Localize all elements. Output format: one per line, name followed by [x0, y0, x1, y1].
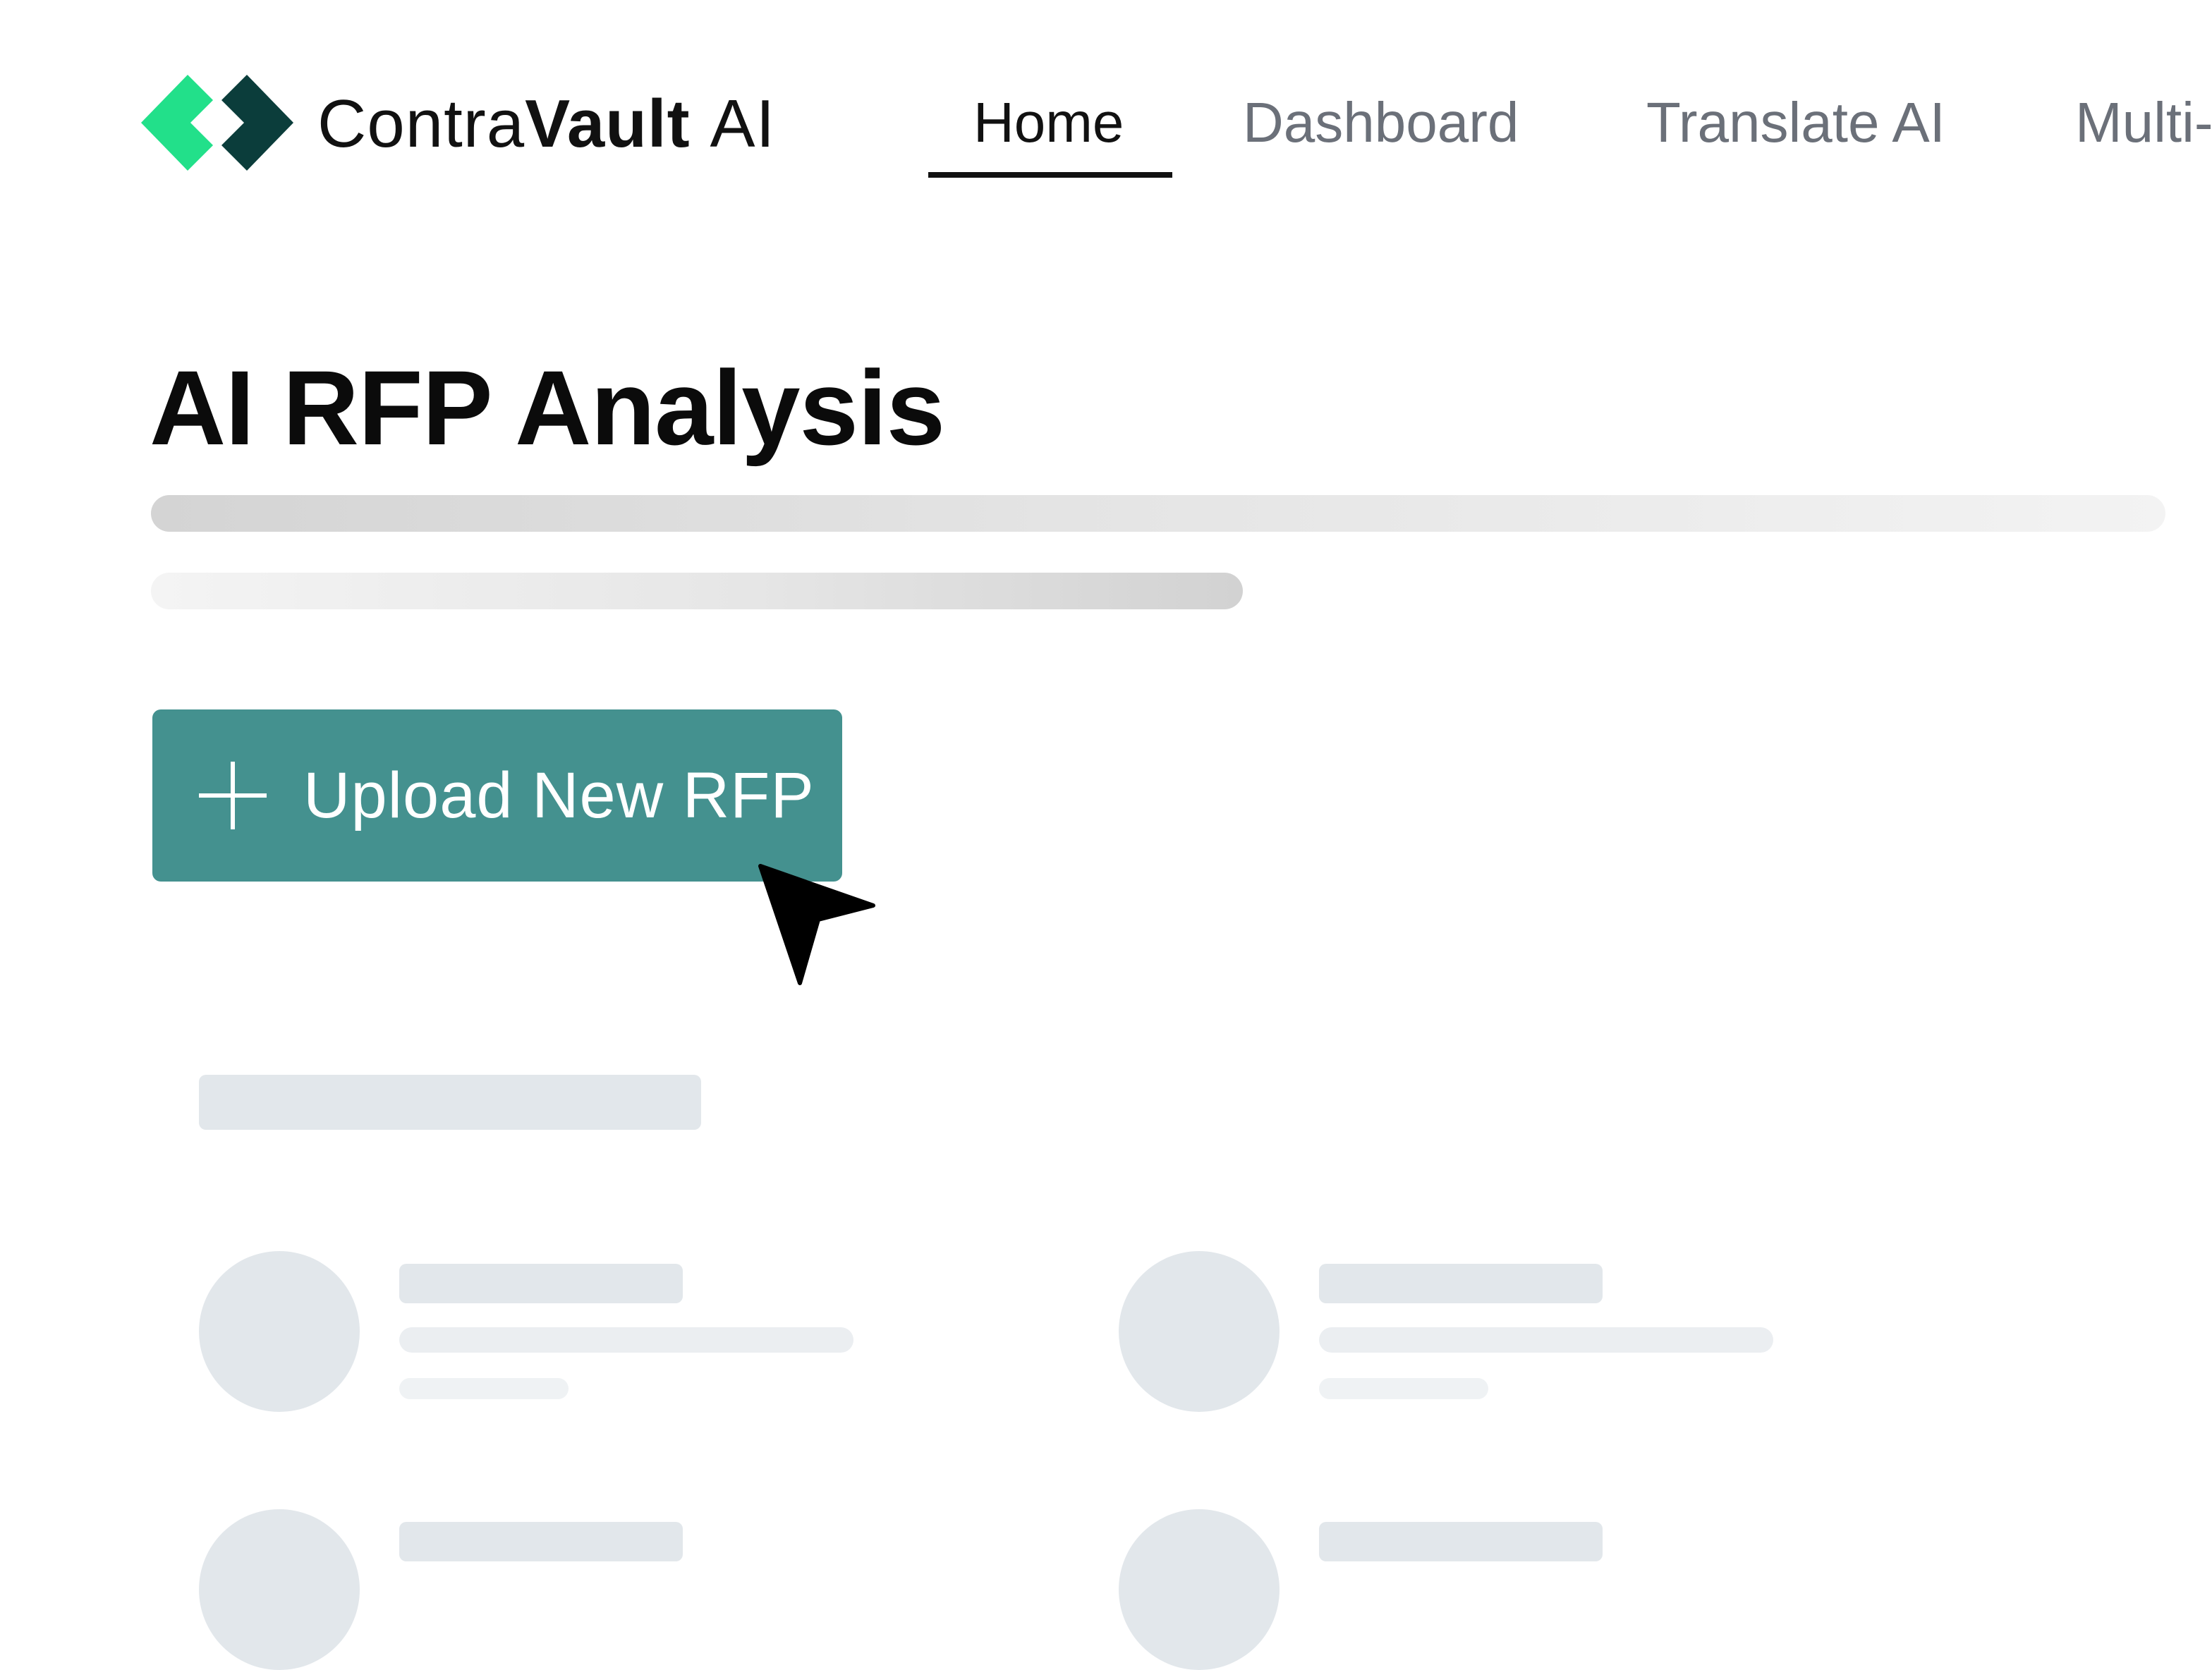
nav-active-underline: [928, 172, 1172, 178]
skeleton-title-line: [399, 1264, 683, 1303]
logo-dark-shape: [221, 75, 293, 171]
mouse-pointer-icon: [758, 864, 875, 985]
skeleton-title-line: [1319, 1522, 1603, 1561]
skeleton-title-line: [1319, 1264, 1603, 1303]
upload-new-rfp-button[interactable]: Upload New RFP: [152, 709, 842, 882]
plus-icon: [199, 762, 267, 829]
upload-button-label: Upload New RFP: [303, 760, 815, 831]
nav-dashboard[interactable]: Dashboard: [1243, 89, 1519, 157]
nav-home[interactable]: Home: [973, 89, 1124, 157]
skeleton-title-line: [399, 1522, 683, 1561]
brand-name-ai: AI: [710, 86, 776, 161]
skeleton-avatar: [199, 1509, 360, 1670]
brand-name-vault: Vault: [525, 86, 691, 161]
brand-name[interactable]: ContraVault AI: [317, 85, 775, 164]
skeleton-subtitle-line: [1319, 1327, 1773, 1353]
skeleton-meta-line: [399, 1378, 569, 1399]
skeleton-avatar: [1119, 1251, 1280, 1412]
contravault-logo[interactable]: [140, 73, 295, 172]
skeleton-avatar: [1119, 1509, 1280, 1670]
skeleton-text-line-short: [151, 573, 1243, 609]
skeleton-meta-line: [1319, 1378, 1488, 1399]
skeleton-subtitle-line: [399, 1327, 853, 1353]
nav-translate-ai[interactable]: Translate AI: [1646, 89, 1945, 157]
skeleton-heading: [199, 1075, 701, 1130]
page-title: AI RFP Analysis: [150, 348, 945, 467]
skeleton-text-line: [151, 495, 2165, 532]
nav-multi[interactable]: Multi-: [2075, 89, 2212, 157]
logo-green-shape: [141, 75, 213, 171]
skeleton-avatar: [199, 1251, 360, 1412]
brand-name-contra: Contra: [317, 86, 525, 161]
